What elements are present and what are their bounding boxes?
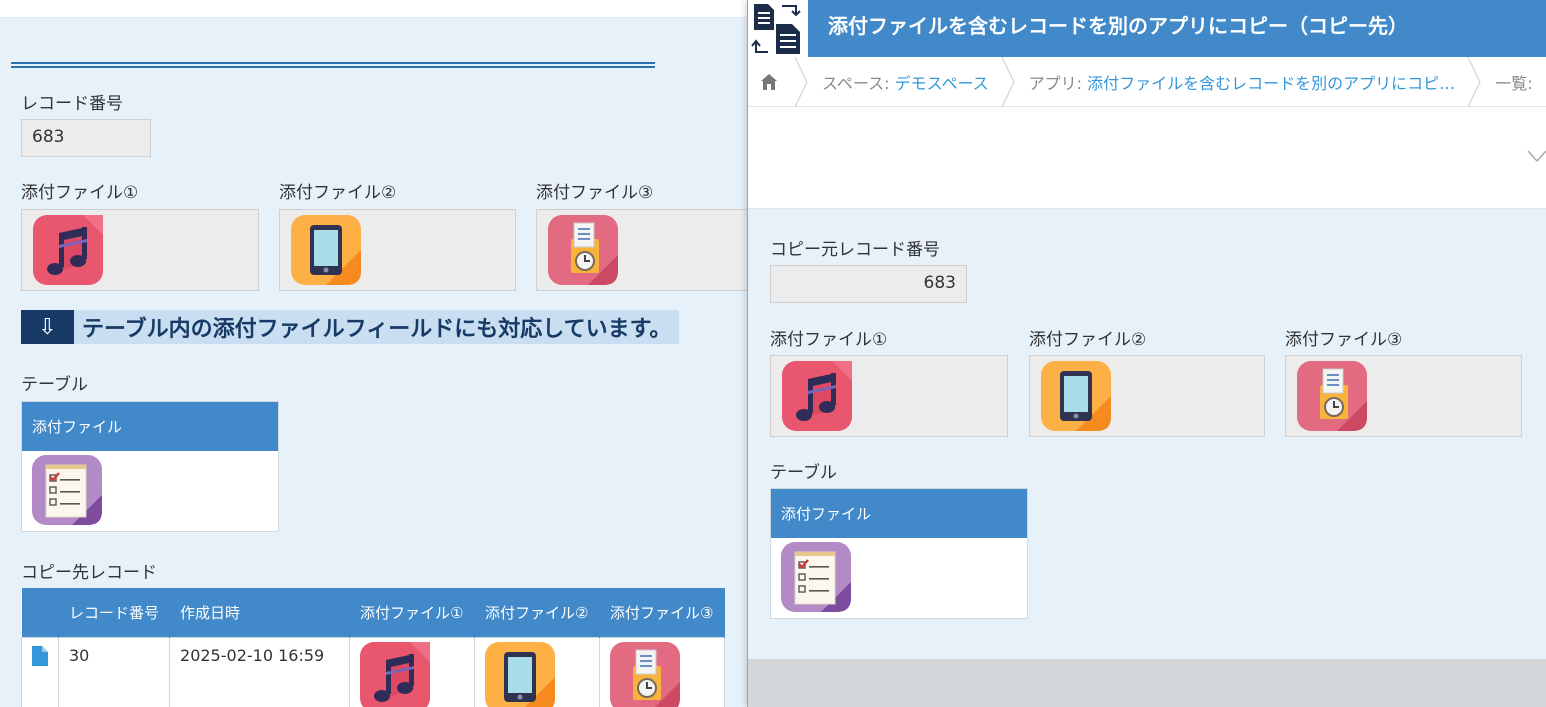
breadcrumb-space-link[interactable]: デモスペース: [895, 70, 989, 94]
app-title: 添付ファイルを含むレコードを別のアプリにコピー（コピー先）: [828, 14, 1408, 38]
row-attachment-1: [349, 636, 476, 707]
copy-document-icon: [748, 0, 808, 57]
attachment-2-label: 添付ファイル②: [279, 183, 397, 203]
related-records-label: コピー先レコード: [21, 563, 157, 583]
related-records-table: レコード番号 作成日時 添付ファイル① 添付ファイル② 添付ファイル③ 30 2…: [21, 588, 726, 707]
chevron-down-icon[interactable]: [1526, 149, 1546, 165]
breadcrumb-app[interactable]: アプリ: 添付ファイルを含むレコードを別のアプリにコピ…: [1015, 57, 1468, 107]
row-detail-cell[interactable]: [21, 636, 59, 707]
app-header: 添付ファイルを含むレコードを別のアプリにコピー（コピー先）: [748, 0, 1546, 57]
footer-bar: [748, 659, 1546, 707]
column-header-record-number: レコード番号: [58, 588, 171, 637]
document-icon[interactable]: [32, 645, 48, 666]
row-attachment-2: [474, 636, 601, 707]
checklist-icon[interactable]: [32, 455, 102, 525]
attachment-3-label: 添付ファイル③: [536, 183, 654, 203]
checklist-icon[interactable]: [781, 542, 851, 612]
down-arrow-icon: ⇩: [21, 310, 74, 344]
attachment-2-field: [1029, 355, 1265, 437]
attachment-3-field: [536, 209, 748, 291]
subtable-row: [771, 538, 1027, 618]
home-icon[interactable]: [748, 57, 794, 107]
breadcrumb-list-prefix: 一覧:: [1495, 73, 1533, 93]
breadcrumb-app-prefix: アプリ:: [1028, 73, 1083, 93]
attachment-3-label: 添付ファイル③: [1285, 330, 1403, 350]
breadcrumb-separator: [1467, 56, 1481, 107]
column-header-created: 作成日時: [169, 588, 351, 637]
breadcrumb-separator: [794, 56, 808, 107]
banner-text: テーブル内の添付ファイルフィールドにも対応しています。: [74, 310, 680, 344]
timecard-icon[interactable]: [548, 215, 618, 285]
attachment-1-field: [770, 355, 1008, 437]
attachment-1-label: 添付ファイル①: [21, 183, 139, 203]
column-header-attachment-3: 添付ファイル③: [599, 588, 726, 637]
attachment-2-field: [279, 209, 516, 291]
subtable-row: [22, 451, 278, 531]
attachment-1-label: 添付ファイル①: [770, 330, 888, 350]
top-strip: [0, 0, 748, 18]
subtable: 添付ファイル: [770, 488, 1028, 619]
row-attachment-3: [599, 636, 726, 707]
timecard-icon[interactable]: [610, 642, 680, 707]
copy-target-window: 添付ファイルを含むレコードを別のアプリにコピー（コピー先） スペース: デモスペ…: [747, 0, 1546, 707]
tablet-icon[interactable]: [485, 642, 555, 707]
breadcrumb-space[interactable]: スペース: デモスペース: [808, 57, 1001, 107]
source-record-number-value: 683: [770, 265, 967, 303]
source-record-number-label: コピー元レコード番号: [770, 240, 940, 260]
music-icon[interactable]: [33, 215, 103, 285]
subtable: 添付ファイル: [21, 401, 279, 532]
table-label: テーブル: [21, 375, 88, 395]
breadcrumb-app-link[interactable]: 添付ファイルを含むレコードを別のアプリにコピ…: [1087, 70, 1455, 94]
attachment-3-field: [1285, 355, 1522, 437]
section-divider: [11, 62, 655, 68]
subtable-header: 添付ファイル: [771, 489, 1027, 538]
timecard-icon[interactable]: [1297, 361, 1367, 431]
table-label: テーブル: [770, 463, 837, 483]
tablet-icon[interactable]: [1041, 361, 1111, 431]
record-number-value: 683: [21, 119, 151, 157]
attachment-1-field: [21, 209, 259, 291]
tablet-icon[interactable]: [291, 215, 361, 285]
attachment-2-label: 添付ファイル②: [1029, 330, 1147, 350]
column-header-attachment-1: 添付ファイル①: [349, 588, 476, 637]
table-header-row: レコード番号 作成日時 添付ファイル① 添付ファイル② 添付ファイル③: [21, 588, 726, 637]
record-toolbar: [748, 107, 1546, 209]
table-row[interactable]: 30 2025-02-10 16:59: [21, 636, 726, 707]
column-header-attachment-2: 添付ファイル②: [474, 588, 601, 637]
music-icon[interactable]: [360, 642, 430, 707]
breadcrumb-space-prefix: スペース:: [822, 73, 890, 93]
source-record-panel: レコード番号 683 添付ファイル① 添付ファイル② 添付ファイル③ ⇩ テーブ…: [0, 0, 748, 707]
row-record-number: 30: [57, 636, 171, 707]
breadcrumb: スペース: デモスペース アプリ: 添付ファイルを含むレコードを別のアプリにコピ…: [748, 56, 1546, 107]
record-number-label: レコード番号: [21, 94, 123, 114]
breadcrumb-list[interactable]: 一覧:: [1481, 57, 1544, 107]
breadcrumb-separator: [1001, 56, 1015, 107]
info-banner: ⇩ テーブル内の添付ファイルフィールドにも対応しています。: [21, 310, 680, 344]
row-created-date: 2025-02-10 16:59: [169, 636, 351, 707]
column-header-icon: [21, 588, 59, 637]
music-icon[interactable]: [782, 361, 852, 431]
subtable-header: 添付ファイル: [22, 402, 278, 451]
